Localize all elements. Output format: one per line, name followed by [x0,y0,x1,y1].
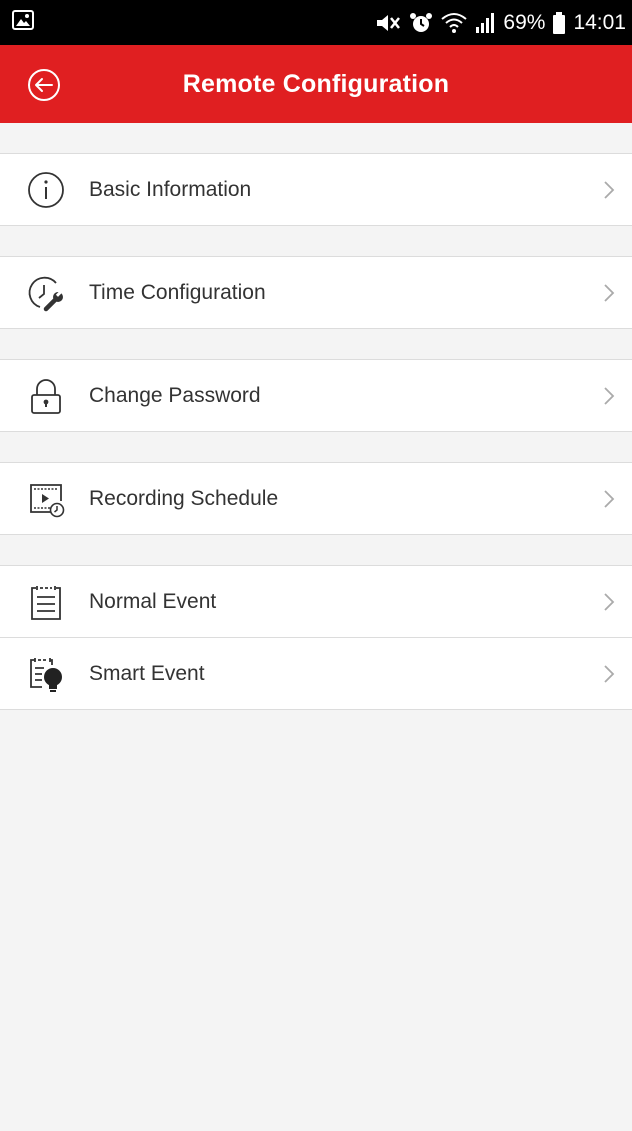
back-button[interactable] [22,63,66,107]
menu-item-time-configuration[interactable]: Time Configuration [0,256,632,329]
menu-item-label: Normal Event [89,589,217,613]
menu-item-label: Time Configuration [89,280,266,304]
battery-percent: 69% [503,10,546,34]
smart-event-icon [24,652,68,696]
menu-item-normal-event[interactable]: Normal Event [0,565,632,638]
settings-list: Basic Information Time Configuration Cha… [0,123,632,710]
back-arrow-icon [28,69,60,101]
menu-item-label: Basic Information [89,177,252,201]
chevron-right-icon [604,180,615,199]
chevron-right-icon [604,489,615,508]
event-list-icon [24,580,68,624]
recording-schedule-icon [24,477,68,521]
chevron-right-icon [604,283,615,302]
menu-item-recording-schedule[interactable]: Recording Schedule [0,462,632,535]
menu-item-change-password[interactable]: Change Password [0,359,632,432]
mute-icon [375,12,401,34]
chevron-right-icon [604,664,615,683]
wifi-icon [441,12,468,34]
signal-icon [475,12,495,34]
clock-wrench-icon [24,271,68,315]
app-bar: Remote Configuration [0,45,632,123]
lock-icon [24,374,68,418]
gallery-notification-icon [12,10,34,35]
page-title: Remote Configuration [182,69,450,98]
status-bar: 69% 14:01 [0,0,632,45]
clock-time: 14:01 [573,10,626,34]
chevron-right-icon [604,386,615,405]
menu-item-smart-event[interactable]: Smart Event [0,638,632,710]
alarm-icon [409,12,433,34]
menu-item-label: Change Password [89,383,261,407]
menu-item-label: Recording Schedule [89,486,279,510]
info-icon [24,168,68,212]
chevron-right-icon [604,592,615,611]
menu-item-basic-information[interactable]: Basic Information [0,153,632,226]
menu-item-label: Smart Event [89,661,205,685]
battery-icon [553,11,566,34]
